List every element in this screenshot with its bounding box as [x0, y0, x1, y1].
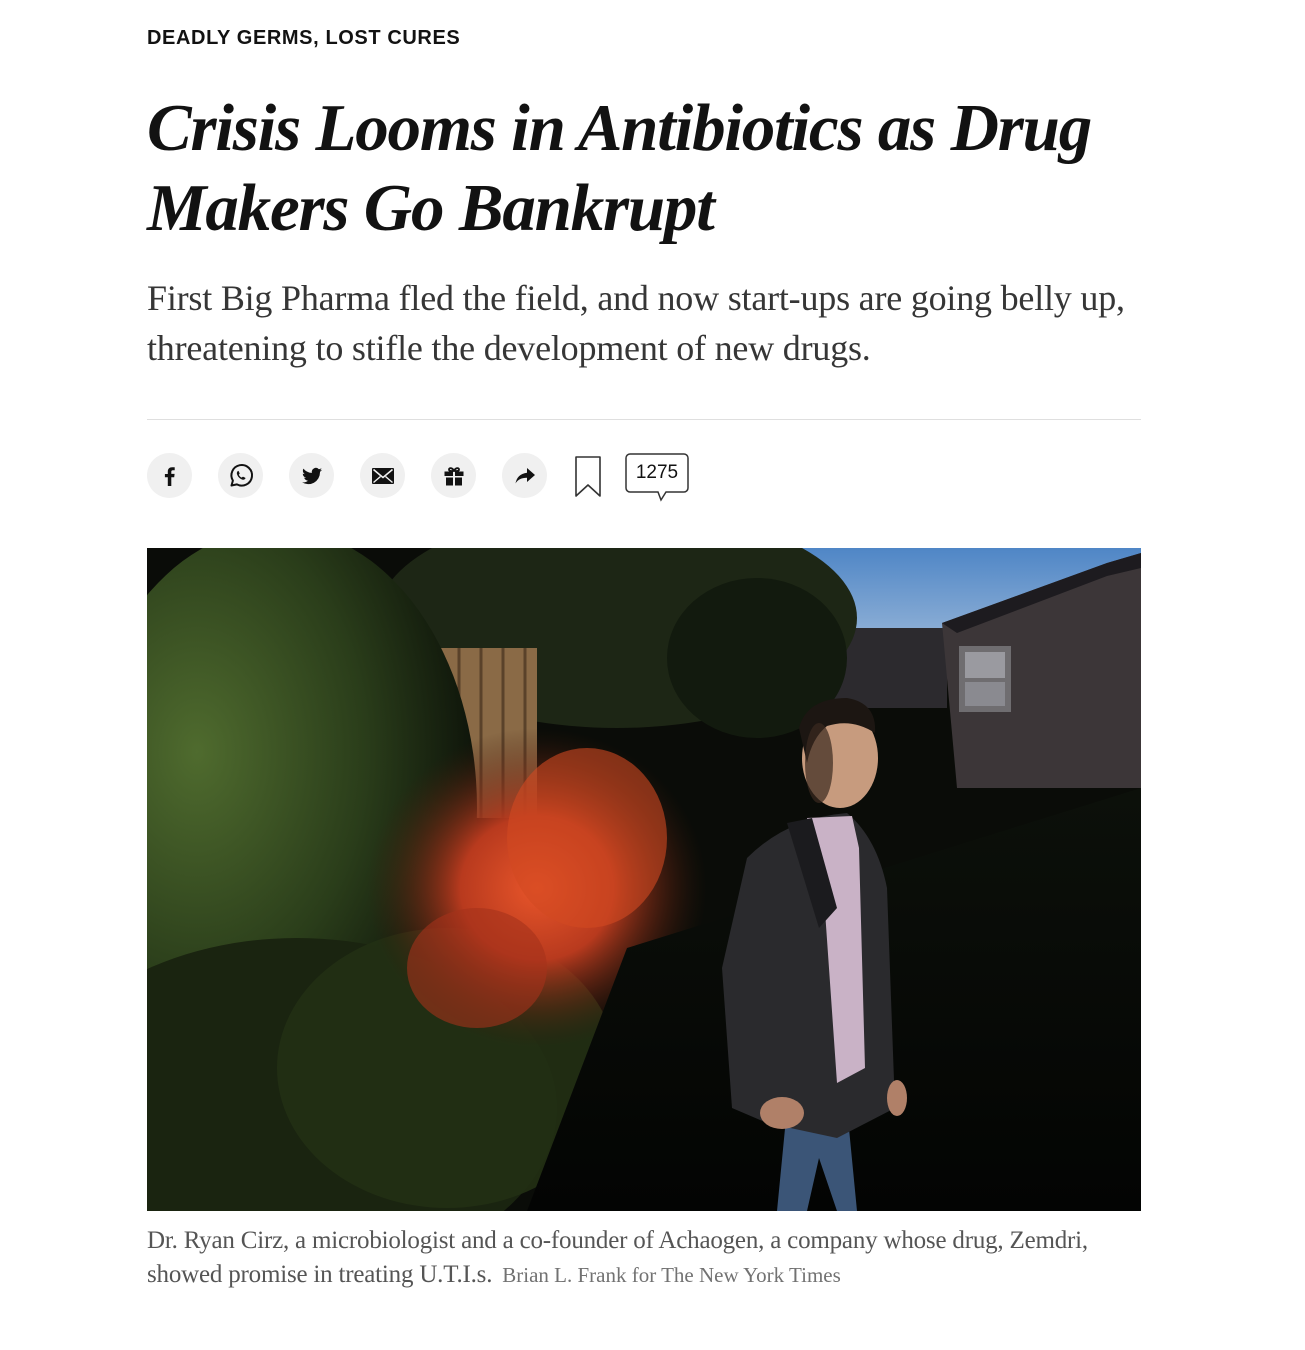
- lead-photo: [147, 548, 1141, 1211]
- comments-button[interactable]: 1275: [625, 453, 689, 505]
- share-toolbar: 1275: [147, 453, 747, 502]
- whatsapp-icon: [229, 463, 253, 487]
- headline-line-1: Crisis Looms in Antibiotics as Drug: [147, 91, 1092, 165]
- email-icon: [371, 467, 394, 484]
- facebook-share-button[interactable]: [147, 453, 192, 498]
- facebook-icon: [164, 466, 175, 486]
- save-article-button[interactable]: [574, 456, 602, 498]
- lead-photo-image: [147, 548, 1141, 1211]
- gift-icon: [444, 466, 463, 485]
- share-button[interactable]: [502, 453, 547, 498]
- twitter-share-button[interactable]: [289, 453, 334, 498]
- bookmark-icon: [575, 456, 601, 497]
- photo-caption: Dr. Ryan Cirz, a microbiologist and a co…: [147, 1224, 1141, 1292]
- gift-article-button[interactable]: [431, 453, 476, 498]
- email-share-button[interactable]: [360, 453, 405, 498]
- divider: [147, 419, 1141, 420]
- headline: Crisis Looms in Antibiotics as Drug Make…: [147, 88, 1127, 248]
- photo-credit: Brian L. Frank for The New York Times: [502, 1263, 841, 1287]
- twitter-icon: [301, 467, 322, 484]
- share-arrow-icon: [515, 467, 535, 483]
- article-summary: First Big Pharma fled the field, and now…: [147, 278, 1125, 368]
- headline-line-2: Makers Go Bankrupt: [147, 171, 715, 245]
- section-kicker[interactable]: DEADLY GERMS, LOST CURES: [147, 27, 460, 50]
- comment-count: 1275: [635, 462, 679, 483]
- whatsapp-share-button[interactable]: [218, 453, 263, 498]
